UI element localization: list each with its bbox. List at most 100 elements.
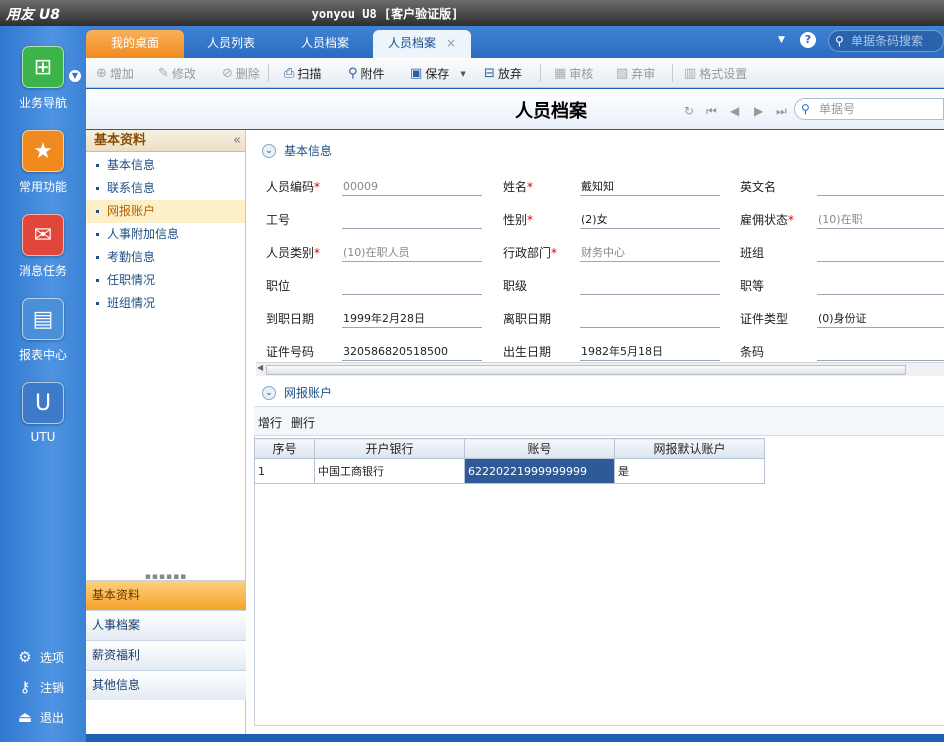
help-icon[interactable]: ? — [800, 32, 816, 48]
add-row-button[interactable]: 增行 — [258, 414, 282, 431]
field-value-input[interactable]: (2)女 — [580, 209, 720, 229]
tab-staff-archive-active[interactable]: 人员档案 × — [373, 30, 471, 58]
table-cell[interactable]: 中国工商银行 — [314, 458, 465, 484]
collapse-section-icon[interactable]: ⌄ — [262, 385, 276, 400]
field-value-input[interactable]: 财务中心 — [580, 242, 720, 262]
edit-icon: ✎ — [158, 66, 169, 81]
left-panel-bottom-tab[interactable]: 人事档案 — [86, 610, 246, 640]
table-cell[interactable]: 1 — [254, 458, 315, 484]
tab-staff-list[interactable]: 人员列表 — [184, 30, 278, 58]
toolbar: ⊕ 增加 ✎ 修改 ⊘ 删除 ⎙ 扫描 ⚲ 附件 ▣ 保存 ▼ ⊟ 放弃 ▦ 审核 ▧ 弃审 ▥ 格式设置 — [86, 58, 944, 88]
field-label-text: 证件号码 — [266, 345, 315, 359]
bullet-icon — [96, 233, 99, 236]
prev-record-icon[interactable]: ◀ — [730, 104, 739, 118]
left-panel-item[interactable]: 联系信息 — [86, 177, 245, 200]
required-marker: * — [551, 246, 558, 260]
field-value-input[interactable] — [342, 275, 482, 295]
field-label: 人员编码* — [266, 178, 320, 195]
scrollbar-thumb[interactable] — [266, 365, 906, 375]
nav-link-key[interactable]: ⚷ 注销 — [16, 678, 65, 696]
column-header[interactable]: 网报默认账户 — [614, 438, 765, 459]
nav-link-exit[interactable]: ⏏ 退出 — [16, 708, 64, 726]
field-label: 英文名 — [740, 178, 776, 195]
field-value-input[interactable] — [817, 176, 944, 196]
field-value-input[interactable]: 00009 — [342, 176, 482, 196]
field-label-text: 工号 — [266, 213, 291, 227]
last-record-icon[interactable]: ⏭ — [776, 104, 787, 119]
save-dropdown-icon[interactable]: ▼ — [460, 70, 465, 78]
barcode-search-input[interactable]: ⚲ 单据条码搜索 — [828, 30, 944, 52]
doc-number-search-input[interactable]: ⚲ 单据号 — [794, 98, 944, 120]
delete-row-button[interactable]: 删行 — [291, 414, 315, 431]
add-button[interactable]: ⊕ 增加 — [96, 65, 134, 82]
column-header[interactable]: 开户银行 — [314, 438, 465, 459]
nav-mail[interactable]: ✉ 消息任务 — [0, 214, 86, 279]
scroll-left-icon[interactable]: ◀ — [257, 363, 263, 372]
scan-button[interactable]: ⎙ 扫描 — [284, 65, 321, 82]
field-value-input[interactable]: (0)身份证 — [817, 308, 944, 328]
collapse-section-icon[interactable]: ⌄ — [262, 143, 276, 158]
field-value-input[interactable]: (10)在职 — [817, 209, 944, 229]
left-panel-item[interactable]: 网报账户 — [86, 200, 245, 223]
field-label-text: 职位 — [266, 279, 291, 293]
column-header[interactable]: 序号 — [254, 438, 315, 459]
left-panel-item[interactable]: 任职情况 — [86, 269, 245, 292]
approve-icon: ▦ — [554, 66, 567, 81]
left-panel-item[interactable]: 班组情况 — [86, 292, 245, 315]
field-value-input[interactable] — [342, 209, 482, 229]
field-value-input[interactable] — [817, 275, 944, 295]
approve-button[interactable]: ▦ 审核 — [554, 65, 593, 82]
left-panel-item[interactable]: 考勤信息 — [86, 246, 245, 269]
account-section-header[interactable]: ⌄ 网报账户 — [262, 384, 332, 401]
close-tab-icon[interactable]: × — [446, 36, 456, 50]
edit-button[interactable]: ✎ 修改 — [158, 65, 196, 82]
table-cell[interactable]: 是 — [614, 458, 765, 484]
left-panel-bottom-tab[interactable]: 薪资福利 — [86, 640, 246, 670]
save-button[interactable]: ▣ 保存 ▼ — [410, 65, 466, 82]
left-panel-item-label: 考勤信息 — [107, 250, 156, 264]
table-cell[interactable]: 62220221999999999 — [464, 458, 615, 484]
left-panel-bottom-tab[interactable]: 其他信息 — [86, 670, 246, 700]
field-label: 姓名* — [503, 178, 533, 195]
field-value-input[interactable]: 1999年2月28日 — [342, 308, 482, 328]
add-icon: ⊕ — [96, 66, 107, 81]
nav-link-gear[interactable]: ⚙ 选项 — [16, 648, 64, 666]
unapprove-button[interactable]: ▧ 弃审 — [616, 65, 655, 82]
refresh-icon[interactable]: ↻ — [684, 104, 694, 118]
left-panel-header: 基本资料 « — [86, 130, 245, 152]
field-value-input[interactable]: 1982年5月18日 — [580, 341, 720, 361]
basic-info-section-header[interactable]: ⌄ 基本信息 — [262, 142, 332, 159]
form-horizontal-scrollbar[interactable]: ◀ — [256, 362, 944, 376]
tab-list-dropdown-icon[interactable]: ▼ — [778, 35, 785, 45]
collapse-icon[interactable]: « — [233, 130, 241, 152]
key-icon: ⚷ — [19, 678, 31, 696]
format-button[interactable]: ▥ 格式设置 — [684, 65, 747, 82]
tab-staff-archive-1[interactable]: 人员档案 — [278, 30, 372, 58]
required-marker: * — [527, 180, 534, 194]
tab-my-desktop[interactable]: 我的桌面 — [86, 30, 184, 58]
nav-report[interactable]: ▤ 报表中心 — [0, 298, 86, 363]
field-value-input[interactable] — [817, 242, 944, 262]
next-record-icon[interactable]: ▶ — [754, 104, 763, 118]
field-value-input[interactable]: 320586820518500 — [342, 341, 482, 361]
field-value-input[interactable] — [817, 341, 944, 361]
nav-star[interactable]: ★ 常用功能 — [0, 130, 86, 195]
discard-button[interactable]: ⊟ 放弃 — [484, 65, 522, 82]
field-value-input[interactable]: (10)在职人员 — [342, 242, 482, 262]
table-row[interactable]: 1 中国工商银行 62220221999999999 是 — [254, 458, 765, 484]
field-label-text: 职级 — [503, 279, 528, 293]
field-value-input[interactable] — [580, 308, 720, 328]
toolbar-label: 放弃 — [497, 67, 522, 81]
field-value-input[interactable]: 戴知知 — [580, 176, 720, 196]
delete-button[interactable]: ⊘ 删除 — [222, 65, 260, 82]
chevron-down-icon[interactable]: ▼ — [69, 70, 81, 82]
nav-utu[interactable]: U UTU — [0, 382, 86, 444]
column-header[interactable]: 账号 — [464, 438, 615, 459]
left-panel-bottom-tab[interactable]: 基本资料 — [86, 580, 246, 610]
field-value-input[interactable] — [580, 275, 720, 295]
left-panel-item[interactable]: 人事附加信息 — [86, 223, 245, 246]
unapprove-icon: ▧ — [616, 66, 629, 81]
left-panel-item[interactable]: 基本信息 — [86, 154, 245, 177]
attachment-button[interactable]: ⚲ 附件 — [348, 65, 385, 82]
first-record-icon[interactable]: ⏮ — [706, 104, 717, 119]
